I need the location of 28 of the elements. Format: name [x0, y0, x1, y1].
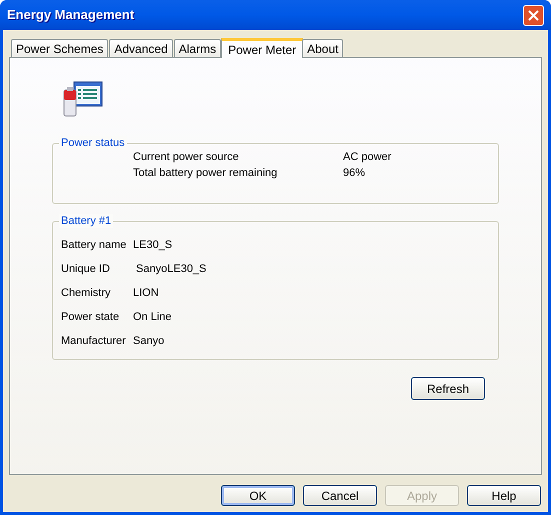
field-label: Power state	[61, 310, 120, 324]
field-label: Battery name	[61, 238, 128, 252]
window-title: Energy Management	[7, 6, 134, 24]
tab[interactable]: Power Schemes	[11, 39, 108, 57]
group-title: Battery #1	[59, 214, 114, 228]
close-button[interactable]	[523, 4, 544, 26]
field-label: Total battery power remaining	[133, 166, 278, 180]
dialog-button[interactable]: OK	[221, 485, 295, 506]
field-value: Sanyo	[133, 334, 164, 348]
dialog-button[interactable]: Cancel	[303, 485, 377, 506]
close-icon	[528, 10, 539, 20]
tab[interactable]: Advanced	[109, 39, 173, 57]
field-label: Manufacturer	[61, 334, 127, 348]
field-label: Chemistry	[61, 286, 112, 300]
field-value: LE30_S	[133, 238, 172, 252]
field-value: SanyoLE30_S	[135, 262, 206, 276]
field-value: AC power	[343, 150, 392, 164]
field-label: Unique ID	[61, 262, 111, 276]
dialog-button[interactable]: Help	[467, 485, 541, 506]
tab[interactable]: Power Meter	[221, 38, 304, 58]
tab[interactable]: About	[302, 39, 344, 57]
refresh-button[interactable]: Refresh	[411, 377, 485, 400]
field-value: On Line	[133, 310, 172, 324]
tab[interactable]: Alarms	[174, 39, 222, 57]
field-value: 96%	[343, 166, 366, 180]
battery-icon	[61, 81, 103, 117]
field-value: LION	[133, 286, 159, 300]
field-label: Current power source	[133, 150, 240, 164]
